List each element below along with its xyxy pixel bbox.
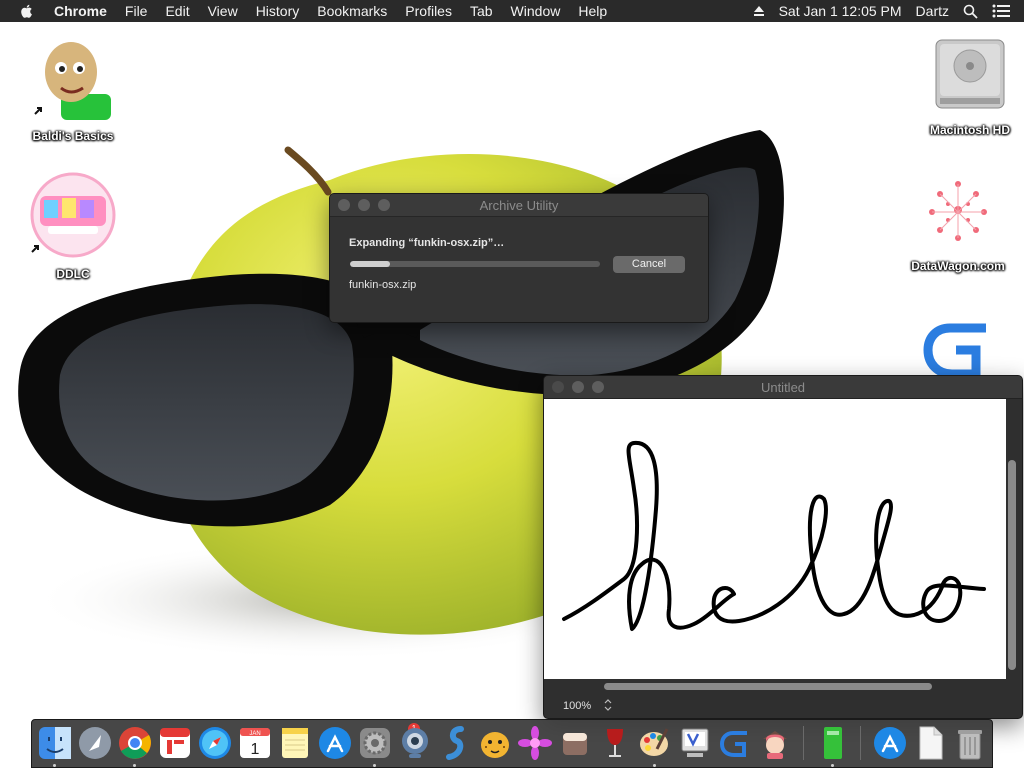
menu-window[interactable]: Window xyxy=(511,3,561,19)
window-titlebar[interactable]: Archive Utility xyxy=(330,194,708,217)
progress-fill xyxy=(350,261,390,267)
dock: JAN 1 1 xyxy=(31,719,993,768)
vnc-icon[interactable] xyxy=(677,725,713,761)
menu-help[interactable]: Help xyxy=(578,3,607,19)
drawing-window: Untitled 100% xyxy=(543,375,1023,719)
chrome-icon[interactable] xyxy=(117,725,153,761)
desktop-icon-macintosh-hd[interactable]: Macintosh HD xyxy=(915,34,1024,137)
menu-history[interactable]: History xyxy=(256,3,300,19)
progress-bar xyxy=(350,261,600,267)
horizontal-scrollbar[interactable] xyxy=(604,683,932,690)
fantastical-icon[interactable] xyxy=(157,725,193,761)
expanding-message: Expanding “funkin-osx.zip”… xyxy=(349,237,505,249)
dock-separator xyxy=(803,726,804,760)
menu-edit[interactable]: Edit xyxy=(165,3,189,19)
running-indicator xyxy=(133,764,136,767)
running-indicator xyxy=(373,764,376,767)
window-title: Archive Utility xyxy=(479,198,559,213)
document-icon[interactable] xyxy=(912,725,948,761)
vertical-scrollbar[interactable] xyxy=(1008,460,1016,670)
menu-file[interactable]: File xyxy=(125,3,148,19)
menu-bar: Chrome File Edit View History Bookmarks … xyxy=(0,0,1024,22)
wine-icon[interactable] xyxy=(597,725,633,761)
desktop-icon-datawagon[interactable]: DataWagon.com xyxy=(903,170,1013,273)
finder-icon[interactable] xyxy=(37,725,73,761)
cube-app-icon[interactable] xyxy=(557,725,593,761)
trash-icon[interactable] xyxy=(952,725,988,761)
desktop-icon-label: DDLC xyxy=(56,267,90,281)
desktop-icon-label: Macintosh HD xyxy=(929,123,1010,137)
character-app-icon[interactable] xyxy=(757,725,793,761)
archive-filename: funkin-osx.zip xyxy=(349,279,417,291)
alias-arrow-icon xyxy=(34,107,42,115)
menu-extras: Sat Jan 1 12:05 PM Dartz xyxy=(753,0,1024,22)
menu-app-chrome[interactable]: Chrome xyxy=(54,3,107,19)
menu-clock[interactable]: Sat Jan 1 12:05 PM xyxy=(779,3,902,19)
zoom-level[interactable]: 100% xyxy=(563,700,591,712)
running-indicator xyxy=(653,764,656,767)
notes-icon[interactable] xyxy=(277,725,313,761)
running-indicator xyxy=(831,764,834,767)
app-store-icon[interactable] xyxy=(872,725,908,761)
gdevelop-icon xyxy=(923,323,986,379)
terminal-app-icon[interactable] xyxy=(815,725,851,761)
baldi-icon xyxy=(45,42,111,120)
zoom-stepper-icon[interactable] xyxy=(604,698,612,712)
cheetah-app-icon[interactable] xyxy=(477,725,513,761)
app-store-icon[interactable] xyxy=(317,725,353,761)
alias-arrow-icon xyxy=(31,245,39,253)
safari-icon[interactable] xyxy=(197,725,233,761)
menu-bookmarks[interactable]: Bookmarks xyxy=(317,3,387,19)
desktop-icon-baldis-basics[interactable]: Baldi's Basics xyxy=(18,34,128,143)
desktop-icon-label: DataWagon.com xyxy=(911,259,1005,273)
handwritten-drawing xyxy=(562,440,986,631)
eject-icon[interactable] xyxy=(753,5,765,17)
gdevelop-icon[interactable] xyxy=(717,725,753,761)
launchpad-icon[interactable] xyxy=(77,725,113,761)
paintbrush-icon[interactable] xyxy=(637,725,673,761)
running-indicator xyxy=(53,764,56,767)
calendar-month: JAN xyxy=(249,731,260,737)
desktop-icon-label: Baldi's Basics xyxy=(32,129,114,143)
spotlight-search-icon[interactable] xyxy=(963,4,978,19)
hard-drive-icon xyxy=(935,39,1005,109)
drawing-canvas[interactable] xyxy=(544,399,1006,679)
calendar-icon[interactable]: JAN 1 xyxy=(237,725,273,761)
notification-center-icon[interactable] xyxy=(992,4,1010,18)
archive-utility-window: Archive Utility Expanding “funkin-osx.zi… xyxy=(329,193,709,323)
menu-user[interactable]: Dartz xyxy=(916,3,949,19)
window-titlebar[interactable]: Untitled xyxy=(544,376,1022,399)
datawagon-icon xyxy=(929,181,987,241)
window-title: Untitled xyxy=(760,380,806,395)
menu-tab[interactable]: Tab xyxy=(470,3,493,19)
cancel-button[interactable]: Cancel xyxy=(613,256,685,273)
dock-separator xyxy=(860,726,861,760)
apple-menu-icon[interactable] xyxy=(18,2,36,20)
calendar-day: 1 xyxy=(251,741,260,758)
flower-app-icon[interactable] xyxy=(517,725,553,761)
system-preferences-icon[interactable] xyxy=(357,725,393,761)
webcam-icon[interactable] xyxy=(397,725,433,761)
squiggle-app-icon[interactable] xyxy=(437,725,473,761)
desktop-icon-ddlc[interactable]: DDLC xyxy=(18,172,128,281)
ddlc-icon xyxy=(30,172,116,258)
menu-view[interactable]: View xyxy=(208,3,238,19)
desktop-icon-gdevelop[interactable] xyxy=(903,320,1013,381)
menu-profiles[interactable]: Profiles xyxy=(405,3,452,19)
